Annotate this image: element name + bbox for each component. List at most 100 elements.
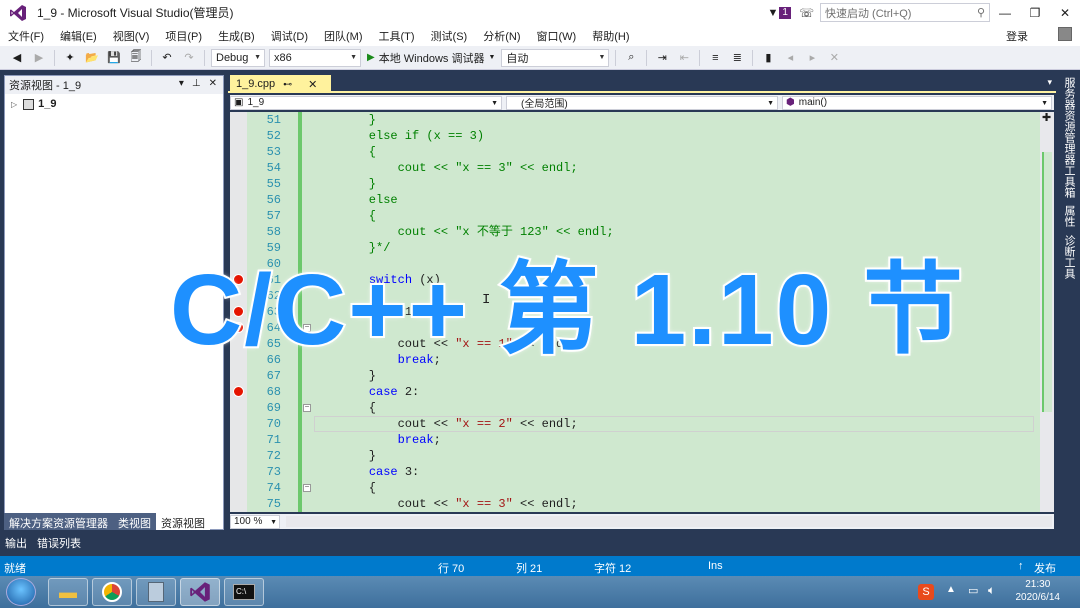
step-out-icon[interactable]: ⇤ xyxy=(676,50,692,66)
tab-output[interactable]: 输出 xyxy=(0,535,32,551)
tab-overflow-icon[interactable]: ▾ xyxy=(1047,77,1052,88)
start-button[interactable] xyxy=(6,578,36,606)
visual-studio-taskbar-icon[interactable] xyxy=(180,578,220,606)
breakpoint-icon[interactable] xyxy=(233,386,244,397)
find-in-files-icon[interactable]: ⌕ xyxy=(623,50,639,66)
zoom-select[interactable]: 100 % ▼ xyxy=(230,514,280,529)
scrollbar-thumb[interactable] xyxy=(1042,152,1052,412)
menu-build[interactable]: 生成(B) xyxy=(210,28,263,44)
vertical-scrollbar[interactable]: ✚ xyxy=(1040,112,1054,512)
clock[interactable]: 21:30 2020/6/14 xyxy=(1016,578,1061,604)
close-icon[interactable]: ✕ xyxy=(209,78,217,89)
horizontal-scrollbar[interactable] xyxy=(286,516,1052,527)
login-link[interactable]: 登录 xyxy=(1006,28,1028,44)
minimize-button[interactable]: — xyxy=(990,6,1020,20)
next-bookmark-icon[interactable]: ▸ xyxy=(804,50,820,66)
menu-project[interactable]: 项目(P) xyxy=(157,28,210,44)
back-icon[interactable]: ◀ xyxy=(9,50,25,66)
tree-item-1-9[interactable]: ▷ 1_9 xyxy=(5,98,223,110)
status-ready: 就绪 xyxy=(4,563,26,575)
code-line[interactable]: 51 } xyxy=(230,112,1040,128)
tab-diagnostic-tools[interactable]: 诊断工具 xyxy=(1061,235,1077,279)
tray-expand-icon[interactable]: ▲ xyxy=(946,584,956,595)
explorer-taskbar-icon[interactable]: ▬ xyxy=(48,578,88,606)
code-line[interactable]: 53 { xyxy=(230,144,1040,160)
menu-analyze[interactable]: 分析(N) xyxy=(475,28,528,44)
volume-icon[interactable]: 🔈︎ xyxy=(988,583,995,598)
input-method-icon[interactable]: S xyxy=(918,584,934,600)
step-icon[interactable]: ⇥ xyxy=(654,50,670,66)
code-line[interactable]: 54 cout << "x == 3" << endl; xyxy=(230,160,1040,176)
menu-view[interactable]: 视图(V) xyxy=(105,28,158,44)
collapse-icon[interactable]: − xyxy=(303,404,311,412)
publish-button[interactable]: 发布 xyxy=(1034,560,1056,576)
notepad-taskbar-icon[interactable] xyxy=(136,578,176,606)
code-line[interactable]: 58 cout << "x 不等于 123" << endl; xyxy=(230,224,1040,240)
open-file-icon[interactable]: 📂 xyxy=(84,50,100,66)
code-line[interactable]: 69 − { xyxy=(230,400,1040,416)
code-line[interactable]: 55 } xyxy=(230,176,1040,192)
start-debug-button[interactable]: ▶ 本地 Windows 调试器 ▼ xyxy=(367,50,495,66)
menu-tools[interactable]: 工具(T) xyxy=(371,28,423,44)
scope-dropdown[interactable]: (全局范围) ▼ xyxy=(506,95,778,110)
menu-test[interactable]: 测试(S) xyxy=(423,28,476,44)
menu-window[interactable]: 窗口(W) xyxy=(529,28,585,44)
close-window-button[interactable]: ✕ xyxy=(1050,6,1080,20)
code-line[interactable]: 71 break; xyxy=(230,432,1040,448)
tab-1-9-cpp[interactable]: 1_9.cpp ⊷ ✕ xyxy=(230,75,332,93)
code-line[interactable]: 57 { xyxy=(230,208,1040,224)
save-icon[interactable]: 💾 xyxy=(106,50,122,66)
forward-icon[interactable]: ▶ xyxy=(31,50,47,66)
pin-icon[interactable]: ⊷ xyxy=(283,79,292,90)
prev-bookmark-icon[interactable]: ◂ xyxy=(782,50,798,66)
bookmark-icon[interactable]: ▮ xyxy=(760,50,776,66)
code-line[interactable]: 70 cout << "x == 2" << endl; xyxy=(230,416,1040,432)
config-select[interactable]: Debug ▼ xyxy=(211,48,265,67)
code-line[interactable]: 75 cout << "x == 3" << endl; xyxy=(230,496,1040,512)
chrome-taskbar-icon[interactable] xyxy=(92,578,132,606)
user-icon[interactable] xyxy=(1058,27,1072,41)
tab-server-explorer[interactable]: 服务器资源管理器 xyxy=(1061,77,1077,165)
menu-edit[interactable]: 编辑(E) xyxy=(52,28,105,44)
comment-icon[interactable]: ≡ xyxy=(707,50,723,66)
notifications[interactable]: ▼ 1 xyxy=(768,6,791,19)
quick-launch-input[interactable]: 快速启动 (Ctrl+Q) ⚲ xyxy=(820,3,990,22)
uncomment-icon[interactable]: ≣ xyxy=(729,50,745,66)
tab-properties[interactable]: 属性 xyxy=(1061,205,1077,227)
code-line[interactable]: 52 else if (x == 3) xyxy=(230,128,1040,144)
feedback-icon[interactable]: ☏ xyxy=(799,6,814,20)
network-icon[interactable]: ▭ xyxy=(968,584,978,597)
member-dropdown[interactable]: ⬢ main() ▼ xyxy=(782,95,1052,110)
collapse-icon[interactable]: − xyxy=(303,484,311,492)
split-icon[interactable]: ✚ xyxy=(1042,111,1051,124)
menu-file[interactable]: 文件(F) xyxy=(0,28,52,44)
new-project-icon[interactable]: ✦ xyxy=(62,50,78,66)
code-line[interactable]: 56 else xyxy=(230,192,1040,208)
tab-solution-explorer[interactable]: 解决方案资源管理器 xyxy=(4,513,113,530)
tab-error-list[interactable]: 错误列表 xyxy=(32,535,86,551)
menu-debug[interactable]: 调试(D) xyxy=(263,28,316,44)
project-dropdown[interactable]: ▣ 1_9 ▼ xyxy=(230,95,502,110)
redo-icon[interactable]: ↷ xyxy=(181,50,197,66)
panel-menu-icon[interactable]: ▾ xyxy=(179,78,184,89)
menu-team[interactable]: 团队(M) xyxy=(316,28,371,44)
undo-icon[interactable]: ↶ xyxy=(159,50,175,66)
tab-toolbox[interactable]: 工具箱 xyxy=(1061,165,1077,198)
console-taskbar-icon[interactable]: C:\ xyxy=(224,578,264,606)
tab-class-view[interactable]: 类视图 xyxy=(113,513,156,530)
restore-button[interactable]: ❐ xyxy=(1020,6,1050,20)
code-line[interactable]: 68 case 2: xyxy=(230,384,1040,400)
line-number: 69 xyxy=(266,401,281,415)
expand-icon[interactable]: ▷ xyxy=(11,100,17,109)
code-line[interactable]: 74 − { xyxy=(230,480,1040,496)
code-line[interactable]: 73 case 3: xyxy=(230,464,1040,480)
run-mode-select[interactable]: 自动 ▼ xyxy=(501,48,610,67)
code-line[interactable]: 72 } xyxy=(230,448,1040,464)
save-all-icon[interactable]: 🗐 xyxy=(128,50,144,66)
close-tab-icon[interactable]: ✕ xyxy=(308,78,317,91)
platform-select[interactable]: x86 ▼ xyxy=(269,48,361,67)
pin-icon[interactable]: ⊥ xyxy=(192,78,201,89)
clear-bookmarks-icon[interactable]: ✕ xyxy=(826,50,842,66)
menu-help[interactable]: 帮助(H) xyxy=(584,28,637,44)
tab-resource-view[interactable]: 资源视图 xyxy=(156,513,210,530)
